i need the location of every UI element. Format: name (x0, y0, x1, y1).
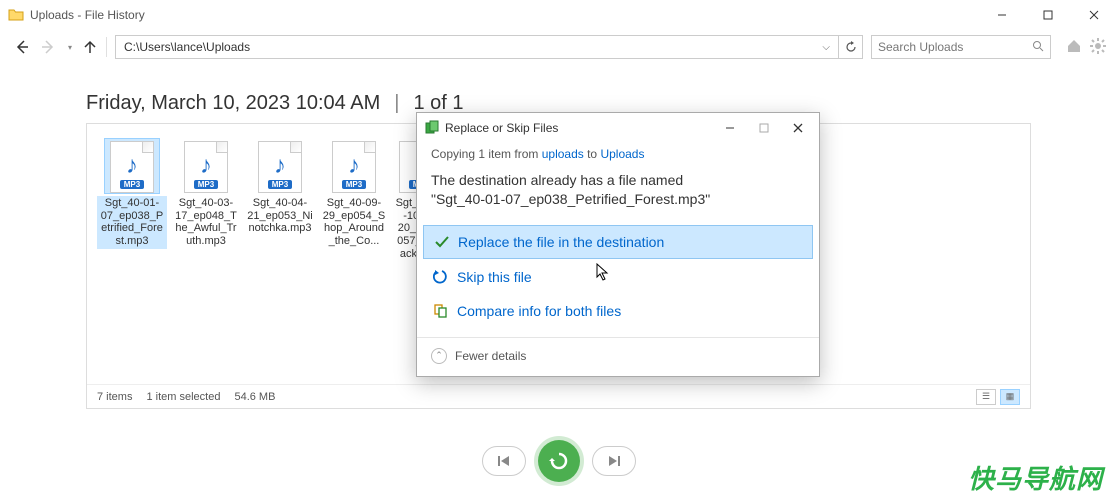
dialog-minimize-button[interactable] (713, 115, 747, 141)
copy-progress-text: Copying 1 item from uploads to Uploads (431, 147, 805, 161)
status-size: 54.6 MB (234, 391, 275, 403)
address-bar[interactable]: C:\Users\lance\Uploads ⌵ (115, 35, 839, 59)
compare-action-label: Compare info for both files (457, 303, 621, 319)
close-button[interactable] (1071, 0, 1117, 30)
file-label: Sgt_40-01-07_ep038_Petrified_Forest.mp3 (97, 196, 167, 249)
copy-to-link[interactable]: Uploads (600, 147, 644, 161)
history-controls (0, 440, 1117, 482)
date-separator: | (394, 92, 399, 115)
replace-skip-dialog: Replace or Skip Files Copying 1 item fro… (416, 112, 820, 377)
mp3-badge: MP3 (342, 180, 366, 189)
divider (106, 37, 107, 57)
skip-action[interactable]: Skip this file (423, 261, 813, 293)
music-icon: ♪ (348, 154, 360, 178)
address-dropdown-icon[interactable]: ⌵ (818, 42, 834, 53)
recent-locations-dropdown[interactable]: ▾ (68, 43, 72, 52)
window-controls (979, 0, 1117, 30)
search-icon (1032, 40, 1044, 55)
up-button[interactable] (82, 39, 98, 55)
folder-icon (8, 7, 24, 24)
file-item[interactable]: ♪ MP3 Sgt_40-04-21_ep053_Ninotchka.mp3 (245, 138, 315, 261)
mp3-badge: MP3 (194, 180, 218, 189)
watermark-text: 快马导航网 (968, 459, 1103, 496)
mp3-badge: MP3 (120, 180, 144, 189)
mp3-badge: MP3 (268, 180, 292, 189)
copy-from-link[interactable]: uploads (542, 147, 584, 161)
details-view-button[interactable]: ☰ (976, 389, 996, 405)
file-item[interactable]: ♪ MP3 Sgt_40-03-17_ep048_The_Awful_Truth.… (171, 138, 241, 261)
next-version-button[interactable] (592, 446, 636, 476)
refresh-button[interactable] (839, 35, 863, 59)
nav-row: ▾ C:\Users\lance\Uploads ⌵ Search Upload… (0, 30, 1117, 64)
music-icon: ♪ (200, 154, 212, 178)
previous-version-button[interactable] (482, 446, 526, 476)
home-icon[interactable] (1065, 37, 1083, 58)
forward-button[interactable] (40, 39, 56, 55)
address-path: C:\Users\lance\Uploads (124, 40, 250, 54)
checkmark-icon (434, 234, 450, 250)
status-selection: 1 item selected (146, 391, 220, 403)
dialog-close-button[interactable] (781, 115, 815, 141)
file-item[interactable]: ♪ MP3 Sgt_40-01-07_ep038_Petrified_Forest… (97, 138, 167, 261)
file-item[interactable]: ♪ MP3 Sgt_40-09-29_ep054_Shop_Around_the_… (319, 138, 389, 261)
compare-action[interactable]: Compare info for both files (423, 295, 813, 327)
compare-icon (433, 303, 449, 319)
titlebar: Uploads - File History (0, 0, 1117, 30)
icons-view-button[interactable]: ▦ (1000, 389, 1020, 405)
skip-action-label: Skip this file (457, 269, 532, 285)
music-icon: ♪ (126, 154, 138, 178)
date-text: Friday, March 10, 2023 10:04 AM (86, 92, 380, 115)
dialog-title: Replace or Skip Files (445, 121, 558, 135)
fewer-details-link[interactable]: Fewer details (455, 349, 526, 363)
copy-icon (425, 120, 439, 137)
window-title: Uploads - File History (30, 8, 145, 22)
replace-action[interactable]: Replace the file in the destination (423, 225, 813, 259)
file-label: Sgt_40-09-29_ep054_Shop_Around_the_Co... (319, 196, 389, 249)
status-count: 7 items (97, 391, 132, 403)
back-button[interactable] (14, 39, 30, 55)
file-label: Sgt_40-03-17_ep048_The_Awful_Truth.mp3 (171, 196, 241, 249)
dialog-maximize-button[interactable] (747, 115, 781, 141)
search-placeholder: Search Uploads (878, 40, 963, 54)
conflict-message: The destination already has a file named… (431, 171, 805, 209)
status-bar: 7 items 1 item selected 54.6 MB ☰ ▦ (87, 384, 1030, 408)
music-icon: ♪ (274, 154, 286, 178)
gear-icon[interactable] (1089, 37, 1107, 58)
restore-button[interactable] (538, 440, 580, 482)
replace-action-label: Replace the file in the destination (458, 234, 664, 250)
maximize-button[interactable] (1025, 0, 1071, 30)
chevron-up-icon[interactable]: ⌃ (431, 348, 447, 364)
minimize-button[interactable] (979, 0, 1025, 30)
file-label: Sgt_40-04-21_ep053_Ninotchka.mp3 (245, 196, 315, 236)
skip-icon (433, 269, 449, 285)
search-input[interactable]: Search Uploads (871, 35, 1051, 59)
